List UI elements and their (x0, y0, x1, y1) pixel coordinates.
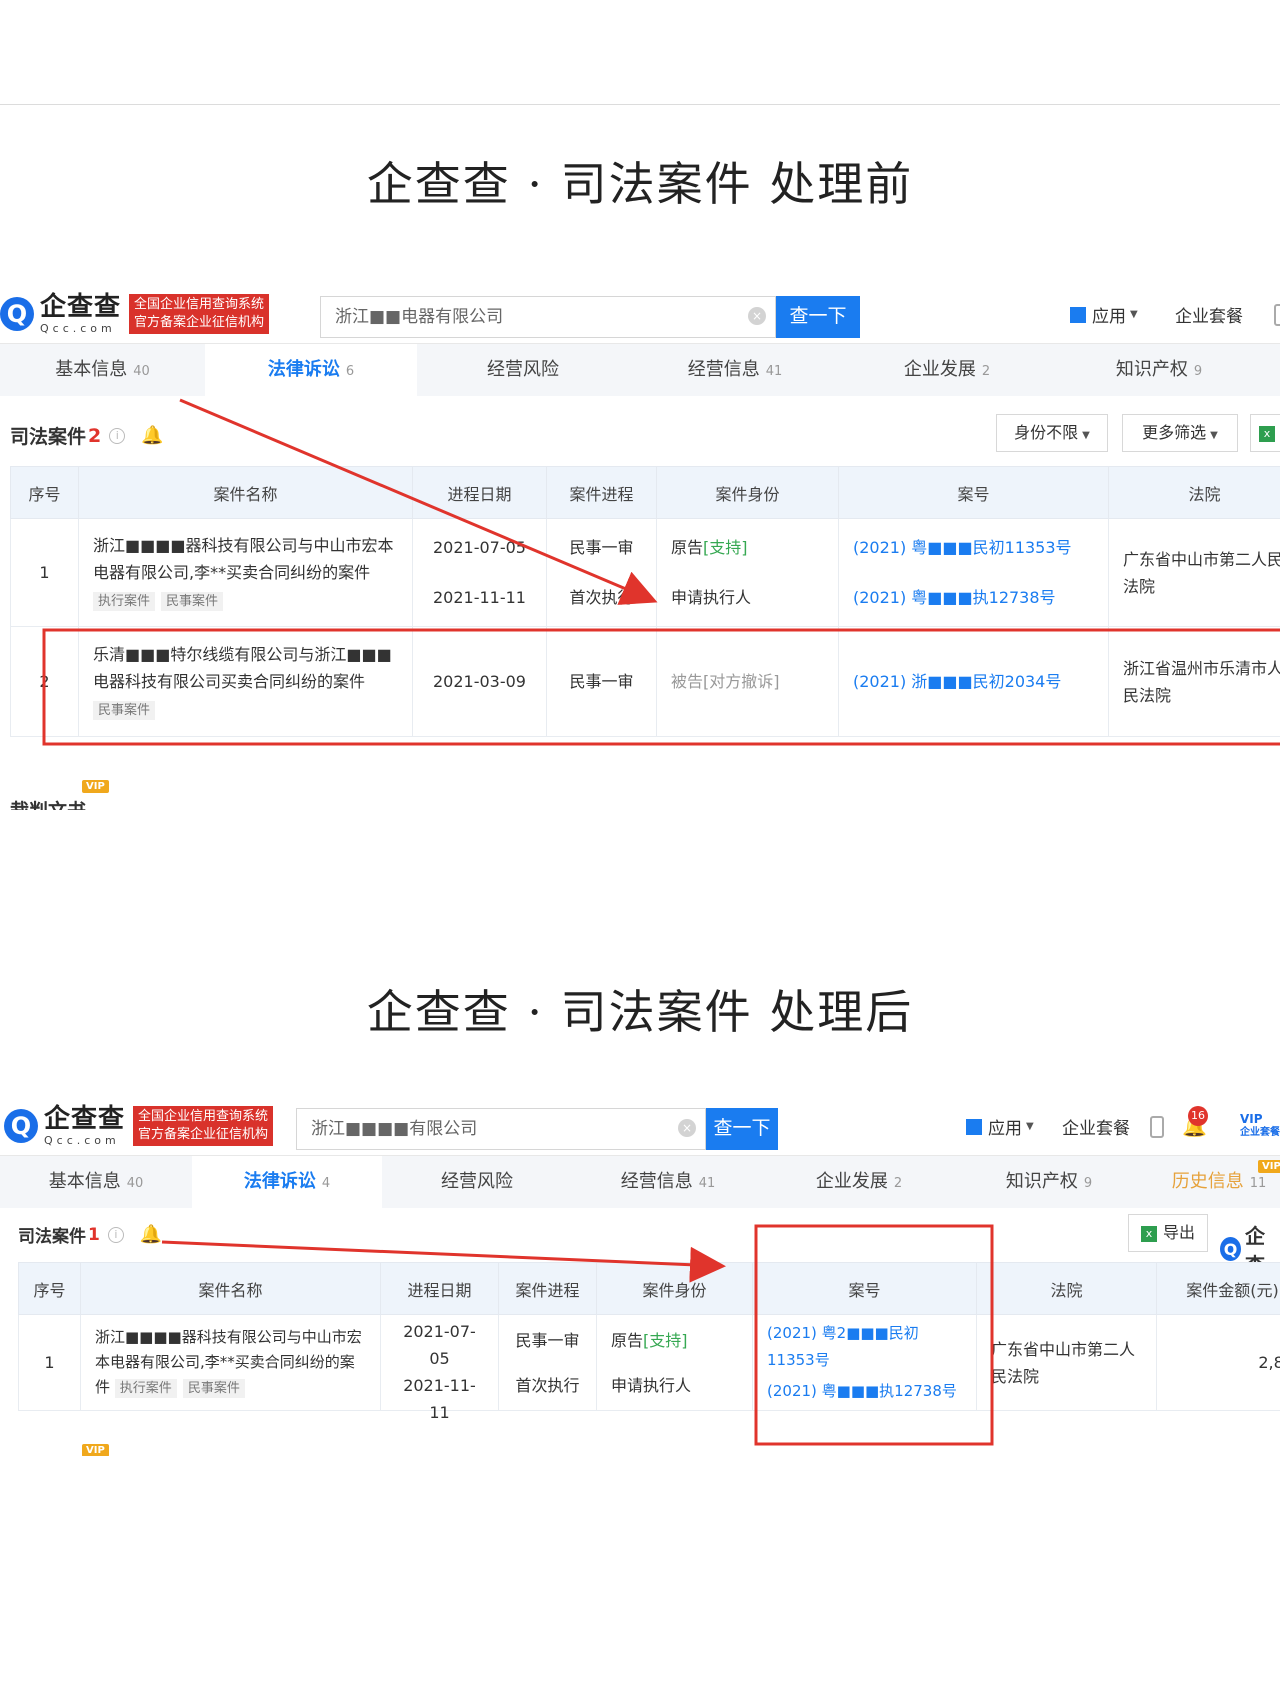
search-button[interactable]: 查一下 (706, 1108, 778, 1150)
tab-litigation[interactable]: 法律诉讼 4 (192, 1156, 382, 1208)
vip-badge: VIP (82, 780, 109, 793)
qcc-logo-icon: Q (4, 1109, 38, 1143)
case-number-link[interactable]: (2021) 粤■■■执12738号 (767, 1378, 962, 1405)
more-filters[interactable]: 更多筛选 ▼ (1122, 414, 1238, 452)
logo-domain: Qcc.com (40, 322, 116, 335)
export-button[interactable]: x 导出 (1128, 1214, 1208, 1252)
logo-name: 企查查 (44, 1104, 126, 1134)
clear-search-icon[interactable]: × (748, 307, 766, 325)
cases-table: 序号 案件名称 进程日期 案件进程 案件身份 案号 法院 1 浙江■■■■器科技有限公司… (10, 466, 1280, 737)
tab-ip[interactable]: 知识产权 9 (1053, 344, 1265, 396)
section-judicial-cases: 司法案件 2 i 🔔 (10, 424, 164, 449)
tab-basic-info[interactable]: 基本信息 40 (0, 344, 205, 396)
tab-business-info[interactable]: 经营信息 41 (572, 1156, 764, 1208)
next-section-title: 裁判文书 (10, 796, 86, 810)
package-link[interactable]: 企业套餐 (1062, 1114, 1130, 1139)
logo[interactable]: Q 企查查 Qcc.com 全国企业信用查询系统 官方备案企业征信机构 (0, 292, 270, 335)
certification-badge: 全国企业信用查询系统 官方备案企业征信机构 (129, 294, 270, 334)
logo[interactable]: Q 企查查 Qcc.com 全国企业信用查询系统 官方备案企业征信机构 (4, 1104, 274, 1147)
apps-menu[interactable]: 应用 ▼ (1070, 302, 1138, 327)
apps-menu[interactable]: 应用 ▼ (966, 1114, 1034, 1139)
chevron-down-icon: ▼ (1026, 1121, 1034, 1132)
vip-link[interactable]: VIP 企业套餐 (1240, 1112, 1280, 1140)
tab-development[interactable]: 企业发展 2 (764, 1156, 954, 1208)
cases-table: 序号 案件名称 进程日期 案件进程 案件身份 案号 法院 案件金额(元) 1 浙江■■■■… (18, 1262, 1280, 1422)
table-header: 序号 案件名称 进程日期 案件进程 案件身份 案号 法院 (10, 466, 1280, 519)
section-judicial-cases: 司法案件 1 i 🔔 (18, 1224, 163, 1247)
tab-business-risk[interactable]: 经营风险 (382, 1156, 572, 1208)
tab-bar: 基本信息 40 法律诉讼 6 经营风险 经营信息 41 企业发展 2 知识产权 9 (0, 344, 1280, 396)
case-number-link[interactable]: (2021) 粤■■■民初11353号 (853, 534, 1094, 561)
mobile-icon[interactable] (1274, 304, 1280, 326)
search-button[interactable]: 查一下 (776, 296, 860, 338)
info-icon[interactable]: i (109, 427, 126, 444)
tab-basic-info[interactable]: 基本信息 40 (0, 1156, 192, 1208)
chevron-down-icon: ▼ (1130, 309, 1138, 320)
case-name[interactable]: 浙江■■■■器科技有限公司与中山市宏本电器有限公司,李**买卖合同纠纷的案件 执… (78, 518, 413, 627)
after-screenshot: Q 企查查 Qcc.com 全国企业信用查询系统 官方备案企业征信机构 浙江■■… (0, 1096, 1280, 1456)
table-row[interactable]: 1 浙江■■■■器科技有限公司与中山市宏本电器有限公司,李**买卖合同纠纷的案件… (10, 518, 1280, 627)
excel-export-icon[interactable]: x (1250, 414, 1280, 452)
case-number-link[interactable]: (2021) 粤■■■执12738号 (853, 584, 1094, 611)
logo-name: 企查查 (40, 292, 122, 322)
table-row[interactable]: 2 乐清■■■特尔线缆有限公司与浙江■■■电器科技有限公司买卖合同纠纷的案件 民… (10, 626, 1280, 737)
before-screenshot: Q 企查查 Qcc.com 全国企业信用查询系统 官方备案企业征信机构 浙江■■… (0, 284, 1280, 814)
notification-count: 16 (1188, 1106, 1208, 1126)
tab-business-info[interactable]: 经营信息 41 (629, 344, 841, 396)
tab-bar: 基本信息 40 法律诉讼 4 经营风险 经营信息 41 企业发展 2 知识产权 9 历史信… (0, 1156, 1280, 1208)
table-header: 序号 案件名称 进程日期 案件进程 案件身份 案号 法院 案件金额(元) (18, 1262, 1280, 1315)
case-name[interactable]: 乐清■■■特尔线缆有限公司与浙江■■■电器科技有限公司买卖合同纠纷的案件 民事案… (78, 626, 413, 737)
bell-icon[interactable]: 🔔 (140, 1224, 162, 1245)
case-number-link[interactable]: (2021) 粤2■■■民初11353号 (767, 1320, 962, 1374)
logo-domain: Qcc.com (44, 1134, 120, 1147)
certification-badge: 全国企业信用查询系统 官方备案企业征信机构 (133, 1106, 274, 1146)
case-number-link[interactable]: (2021) 浙■■■民初2034号 (853, 672, 1061, 691)
tab-business-risk[interactable]: 经营风险 (417, 344, 629, 396)
tab-development[interactable]: 企业发展 2 (841, 344, 1053, 396)
header-bar: Q 企查查 Qcc.com 全国企业信用查询系统 官方备案企业征信机构 浙江■■… (0, 284, 1280, 344)
apps-grid-icon (966, 1118, 982, 1135)
qcc-logo-icon: Q (1220, 1237, 1241, 1261)
search-input[interactable]: 浙江■■电器有限公司 (320, 296, 776, 338)
after-title: 企查查 · 司法案件 处理后 (366, 985, 914, 1039)
search-input[interactable]: 浙江■■■■有限公司 (296, 1108, 706, 1150)
vip-badge: VIP (1258, 1160, 1280, 1173)
before-title: 企查查 · 司法案件 处理前 (366, 157, 914, 211)
qcc-logo-icon: Q (0, 297, 34, 331)
identity-filter[interactable]: 身份不限 ▼ (996, 414, 1108, 452)
header-bar: Q 企查查 Qcc.com 全国企业信用查询系统 官方备案企业征信机构 浙江■■… (0, 1096, 1280, 1156)
bell-icon[interactable]: 🔔 (141, 425, 163, 446)
tab-ip[interactable]: 知识产权 9 (954, 1156, 1144, 1208)
mobile-icon[interactable] (1150, 1116, 1164, 1138)
info-icon[interactable]: i (107, 1226, 124, 1243)
table-row[interactable]: 1 浙江■■■■器科技有限公司与中山市宏本电器有限公司,李**买卖合同纠纷的案件… (18, 1314, 1280, 1422)
case-name[interactable]: 浙江■■■■器科技有限公司与中山市宏本电器有限公司,李**买卖合同纠纷的案件 执… (80, 1314, 381, 1411)
vip-badge: VIP (82, 1444, 109, 1456)
package-link[interactable]: 企业套餐 (1175, 302, 1243, 327)
top-divider (0, 104, 1280, 105)
apps-grid-icon (1070, 306, 1086, 323)
tab-litigation[interactable]: 法律诉讼 6 (205, 344, 417, 396)
clear-search-icon[interactable]: × (678, 1119, 696, 1137)
